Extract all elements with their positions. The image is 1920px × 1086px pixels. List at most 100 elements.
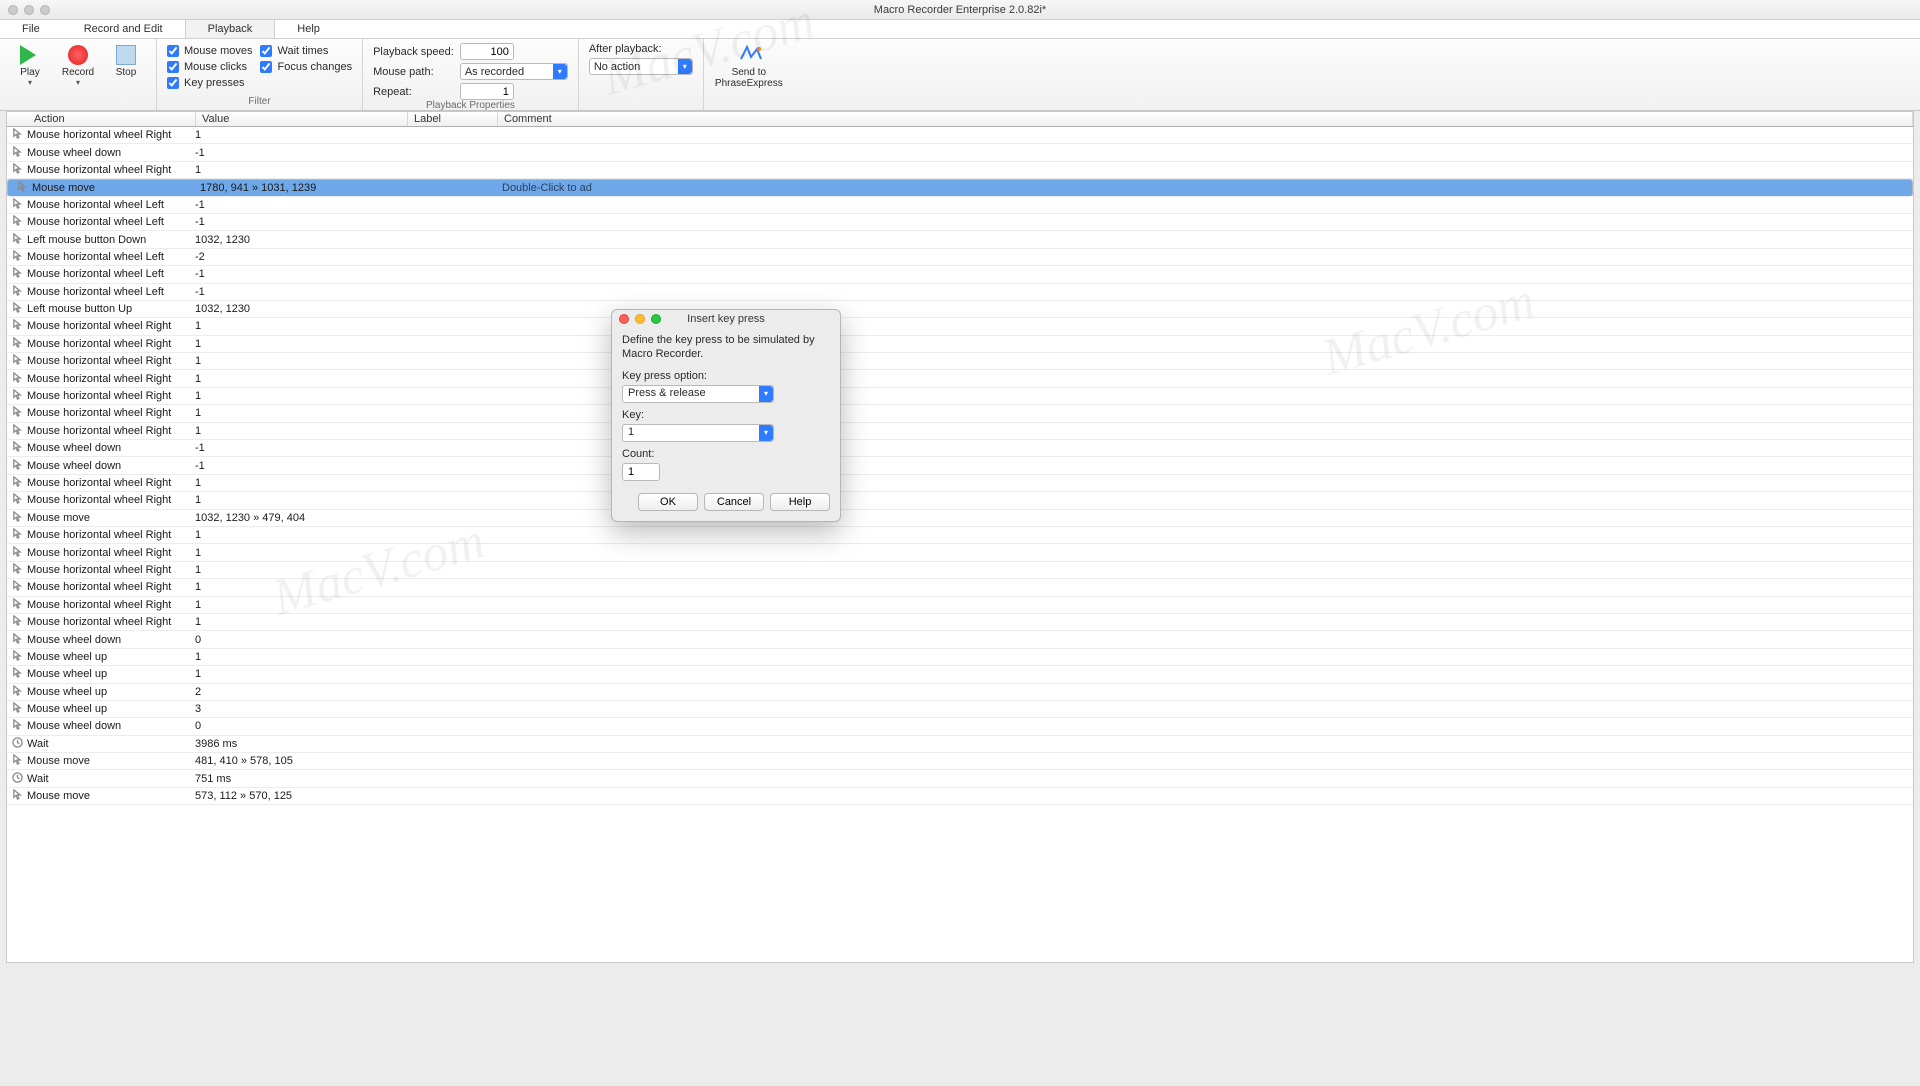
row-value: -1	[195, 268, 407, 280]
col-value[interactable]: Value	[196, 112, 408, 126]
table-row[interactable]: Mouse wheel up3	[7, 701, 1913, 718]
filter-mouse-clicks[interactable]: Mouse clicks	[167, 61, 252, 73]
ok-button[interactable]: OK	[638, 493, 698, 511]
menu-file[interactable]: File	[0, 20, 62, 38]
table-row[interactable]: Mouse horizontal wheel Left-1	[7, 284, 1913, 301]
row-action: Mouse move	[32, 182, 200, 194]
table-row[interactable]: Mouse move573, 112 » 570, 125	[7, 788, 1913, 805]
col-action[interactable]: Action	[7, 112, 196, 126]
row-action: Mouse horizontal wheel Right	[27, 581, 195, 593]
mouse-icon	[7, 215, 27, 229]
row-action: Mouse wheel down	[27, 442, 195, 454]
record-button[interactable]: Record	[58, 43, 98, 87]
path-label: Mouse path:	[373, 66, 454, 78]
menu-help[interactable]: Help	[275, 20, 342, 38]
menu-record-edit[interactable]: Record and Edit	[62, 20, 185, 38]
mouse-icon	[7, 598, 27, 612]
filter-key-presses[interactable]: Key presses	[167, 77, 252, 89]
cancel-button[interactable]: Cancel	[704, 493, 764, 511]
table-row[interactable]: Wait3986 ms	[7, 736, 1913, 753]
table-row[interactable]: Mouse horizontal wheel Right1	[7, 318, 1913, 335]
table-row[interactable]: Mouse wheel down-1	[7, 440, 1913, 457]
keypress-option-select[interactable]: Press & release▾	[622, 385, 774, 403]
after-playback-select[interactable]: No action▾	[589, 58, 693, 75]
mouse-path-select[interactable]: As recorded▾	[460, 63, 568, 80]
table-row[interactable]: Mouse wheel up1	[7, 666, 1913, 683]
row-value: 1	[195, 477, 407, 489]
repeat-input[interactable]	[460, 83, 514, 100]
table-row[interactable]: Mouse horizontal wheel Right1	[7, 597, 1913, 614]
play-button[interactable]: Play	[10, 43, 50, 87]
row-value: 1	[195, 599, 407, 611]
table-row[interactable]: Mouse horizontal wheel Right1	[7, 405, 1913, 422]
row-value: -1	[195, 286, 407, 298]
speed-input[interactable]	[460, 43, 514, 60]
table-row[interactable]: Left mouse button Down1032, 1230	[7, 231, 1913, 248]
count-label: Count:	[622, 448, 830, 460]
table-row[interactable]: Wait751 ms	[7, 770, 1913, 787]
table-row[interactable]: Mouse move1032, 1230 » 479, 404	[7, 510, 1913, 527]
filter-mouse-moves[interactable]: Mouse moves	[167, 45, 252, 57]
key-select[interactable]: 1▾	[622, 424, 774, 442]
key-value: 1	[628, 426, 634, 438]
table-row[interactable]: Mouse wheel down0	[7, 718, 1913, 735]
table-row[interactable]: Mouse horizontal wheel Right1	[7, 544, 1913, 561]
mouse-icon	[7, 754, 27, 768]
row-value: 481, 410 » 578, 105	[195, 755, 407, 767]
col-label[interactable]: Label	[408, 112, 498, 126]
col-comment[interactable]: Comment	[498, 112, 1913, 126]
table-row[interactable]: Mouse horizontal wheel Right1	[7, 388, 1913, 405]
table-row[interactable]: Mouse horizontal wheel Left-1	[7, 266, 1913, 283]
mouse-icon	[7, 267, 27, 281]
table-row[interactable]: Mouse move1780, 941 » 1031, 1239Double-C…	[7, 179, 1913, 196]
table-row[interactable]: Mouse horizontal wheel Right1	[7, 127, 1913, 144]
row-action: Mouse horizontal wheel Left	[27, 268, 195, 280]
table-row[interactable]: Mouse horizontal wheel Right1	[7, 492, 1913, 509]
table-row[interactable]: Mouse wheel down-1	[7, 457, 1913, 474]
table-row[interactable]: Mouse horizontal wheel Left-1	[7, 197, 1913, 214]
menu-bar: File Record and Edit Playback Help	[0, 20, 1920, 39]
table-row[interactable]: Mouse wheel up1	[7, 649, 1913, 666]
table-row[interactable]: Mouse horizontal wheel Right1	[7, 162, 1913, 179]
filter-focus-changes[interactable]: Focus changes	[260, 61, 352, 73]
row-value: 1	[195, 668, 407, 680]
table-row[interactable]: Mouse wheel up2	[7, 684, 1913, 701]
help-button[interactable]: Help	[770, 493, 830, 511]
table-row[interactable]: Mouse wheel down-1	[7, 144, 1913, 161]
row-value: 1780, 941 » 1031, 1239	[200, 182, 412, 194]
row-value: 1	[195, 616, 407, 628]
insert-keypress-dialog: Insert key press Define the key press to…	[611, 309, 841, 522]
table-row[interactable]: Mouse horizontal wheel Right1	[7, 614, 1913, 631]
send-to-phraseexpress-button[interactable]: Send to PhraseExpress	[714, 43, 784, 89]
table-row[interactable]: Mouse horizontal wheel Right1	[7, 475, 1913, 492]
table-row[interactable]: Mouse wheel down0	[7, 631, 1913, 648]
menu-playback[interactable]: Playback	[185, 20, 276, 38]
table-row[interactable]: Mouse horizontal wheel Right1	[7, 579, 1913, 596]
row-value: 1032, 1230	[195, 234, 407, 246]
row-value: 1	[195, 390, 407, 402]
table-row[interactable]: Mouse move481, 410 » 578, 105	[7, 753, 1913, 770]
row-value: 1	[195, 129, 407, 141]
mouse-icon	[7, 441, 27, 455]
table-row[interactable]: Mouse horizontal wheel Left-1	[7, 214, 1913, 231]
table-row[interactable]: Mouse horizontal wheel Right1	[7, 336, 1913, 353]
table-row[interactable]: Mouse horizontal wheel Right1	[7, 353, 1913, 370]
mouse-icon	[7, 128, 27, 142]
row-action: Wait	[27, 738, 195, 750]
row-action: Mouse horizontal wheel Right	[27, 407, 195, 419]
filter-wait-times[interactable]: Wait times	[260, 45, 352, 57]
count-input[interactable]	[622, 463, 660, 481]
table-row[interactable]: Mouse horizontal wheel Right1	[7, 562, 1913, 579]
after-label: After playback:	[589, 43, 674, 55]
table-row[interactable]: Mouse horizontal wheel Right1	[7, 527, 1913, 544]
table-row[interactable]: Mouse horizontal wheel Left-2	[7, 249, 1913, 266]
row-action: Mouse horizontal wheel Right	[27, 494, 195, 506]
table-row[interactable]: Mouse horizontal wheel Right1	[7, 370, 1913, 387]
row-action: Mouse horizontal wheel Right	[27, 373, 195, 385]
row-value: 3986 ms	[195, 738, 407, 750]
row-action: Mouse move	[27, 790, 195, 802]
table-row[interactable]: Mouse horizontal wheel Right1	[7, 423, 1913, 440]
table-row[interactable]: Left mouse button Up1032, 1230	[7, 301, 1913, 318]
action-list[interactable]: Mouse horizontal wheel Right1Mouse wheel…	[6, 127, 1914, 963]
stop-button[interactable]: Stop	[106, 43, 146, 78]
